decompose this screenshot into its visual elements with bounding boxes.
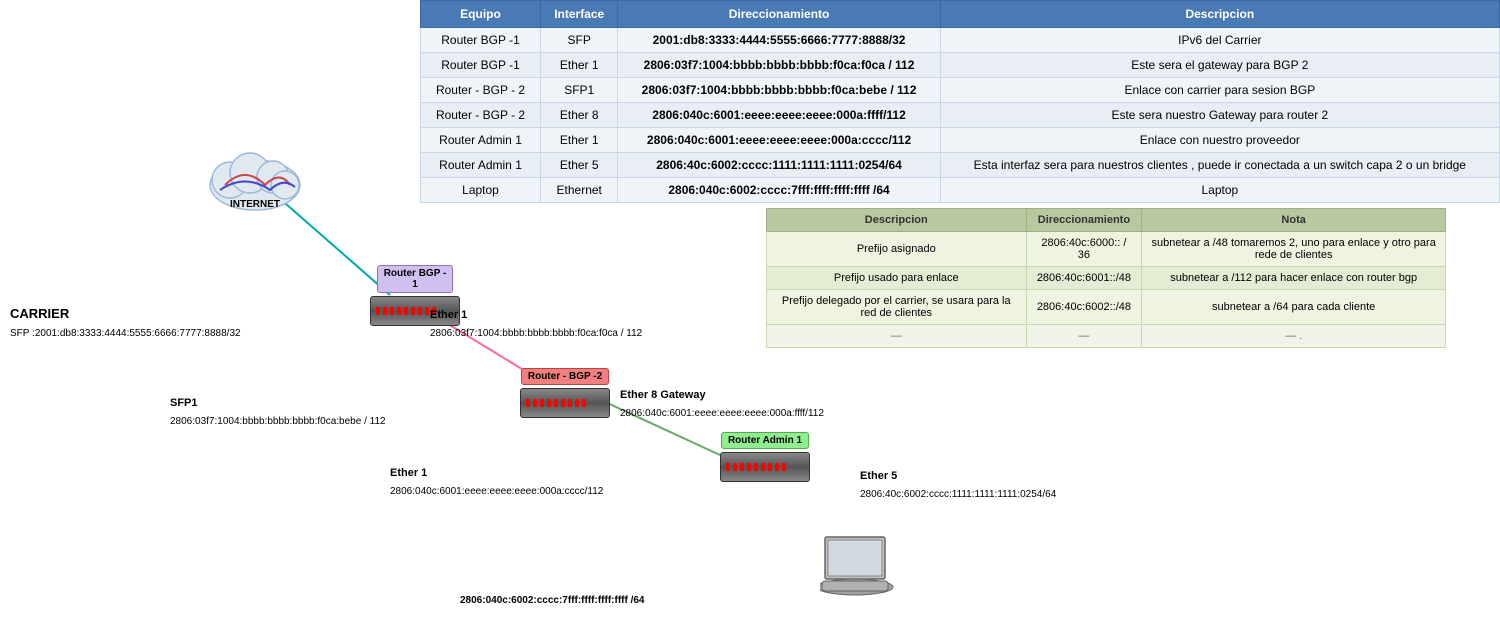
second-table: Descripcion Direccionamiento Nota Prefij… <box>766 208 1446 348</box>
router-bgp2-icon <box>520 388 610 418</box>
table-cell: — . <box>1142 325 1446 348</box>
table-cell: — <box>767 325 1027 348</box>
table-cell: Prefijo asignado <box>767 232 1027 267</box>
router-bgp2-label: Router - BGP -2 <box>521 368 609 385</box>
table-cell: IPv6 del Carrier <box>940 28 1499 53</box>
col2-header-descripcion: Descripcion <box>767 209 1027 232</box>
table-row: Prefijo delegado por el carrier, se usar… <box>767 290 1446 325</box>
table-cell: subnetear a /64 para cada cliente <box>1142 290 1446 325</box>
table-cell: Esta interfaz sera para nuestros cliente… <box>940 153 1499 178</box>
router-admin1-label: Router Admin 1 <box>721 432 809 449</box>
laptop-svg <box>820 535 900 600</box>
bgp2-ether8-label: Ether 8 Gateway 2806:040c:6001:eeee:eeee… <box>620 385 824 421</box>
col2-header-direccionamiento: Direccionamiento <box>1026 209 1142 232</box>
bgp2-sfp1-label: SFP1 2806:03f7:1004:bbbb:bbbb:bbbb:f0ca:… <box>170 393 386 429</box>
table-row: ——— . <box>767 325 1446 348</box>
table-cell: 2806:40c:6001::/48 <box>1026 267 1142 290</box>
table-cell: Este sera nuestro Gateway para router 2 <box>940 103 1499 128</box>
laptop-icon <box>820 535 900 605</box>
router-admin1-icon <box>720 452 810 482</box>
table-row: Prefijo asignado2806:40c:6000:: / 36subn… <box>767 232 1446 267</box>
table-cell: 2806:40c:6000:: / 36 <box>1026 232 1142 267</box>
router-bgp2-box: Router - BGP -2 <box>520 368 610 418</box>
router-admin1-box: Router Admin 1 <box>720 432 810 482</box>
diagram-area: INTERNET CARRIER SFP :2001:db8:3333:4444… <box>0 0 760 622</box>
laptop-addr-label: 2806:040c:6002:cccc:7fff:ffff:ffff:ffff … <box>460 590 645 608</box>
table-cell: 2806:40c:6002::/48 <box>1026 290 1142 325</box>
router-bgp1-label: Router BGP -1 <box>377 265 454 293</box>
table-cell: Enlace con nuestro proveedor <box>940 128 1499 153</box>
admin1-ether5-label: Ether 5 2806:40c:6002:cccc:1111:1111:111… <box>860 466 1056 502</box>
table-cell: Este sera el gateway para BGP 2 <box>940 53 1499 78</box>
table-cell: Enlace con carrier para sesion BGP <box>940 78 1499 103</box>
internet-cloud-svg: INTERNET <box>195 135 315 215</box>
internet-cloud: INTERNET <box>195 130 315 220</box>
second-table-wrapper: Descripcion Direccionamiento Nota Prefij… <box>766 208 1446 348</box>
carrier-label: CARRIER SFP :2001:db8:3333:4444:5555:666… <box>10 305 241 341</box>
table-cell: Laptop <box>940 178 1499 203</box>
admin1-ether1-label: Ether 1 2806:040c:6001:eeee:eeee:eeee:00… <box>390 463 603 499</box>
col-header-descripcion: Descripcion <box>940 1 1499 28</box>
table-cell: subnetear a /112 para hacer enlace con r… <box>1142 267 1446 290</box>
col2-header-nota: Nota <box>1142 209 1446 232</box>
svg-text:INTERNET: INTERNET <box>230 199 280 210</box>
table-row: Prefijo usado para enlace2806:40c:6001::… <box>767 267 1446 290</box>
table-cell: Prefijo usado para enlace <box>767 267 1027 290</box>
bgp1-ether1-label: Ether 1 2806:03f7:1004:bbbb:bbbb:bbbb:f0… <box>430 305 642 341</box>
table-cell: — <box>1026 325 1142 348</box>
table-cell: Prefijo delegado por el carrier, se usar… <box>767 290 1027 325</box>
table-cell: subnetear a /48 tomaremos 2, uno para en… <box>1142 232 1446 267</box>
